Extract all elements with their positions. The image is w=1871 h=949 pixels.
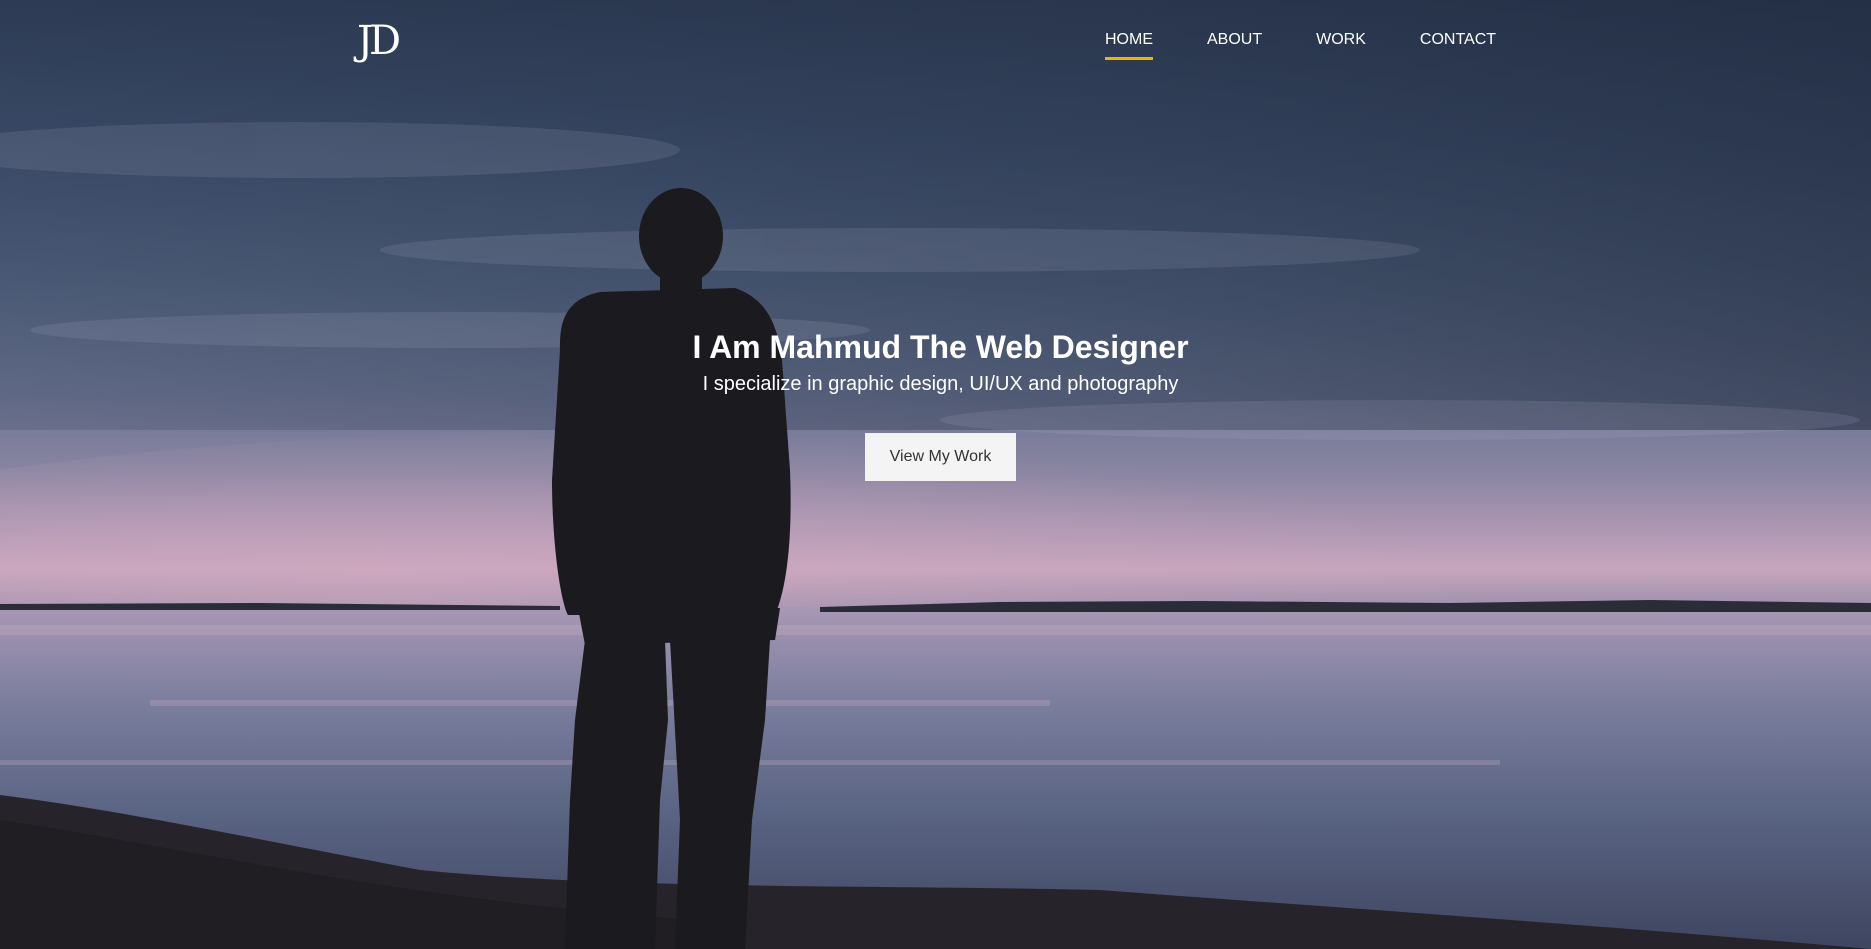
hero-subtitle: I specialize in graphic design, UI/UX an…	[702, 373, 1179, 395]
hero-content: I Am Mahmud The Web Designer I specializ…	[0, 325, 1871, 481]
view-my-work-button[interactable]: View My Work	[864, 433, 1017, 481]
nav-item-contact[interactable]: CONTACT	[1420, 28, 1496, 60]
nav-item-work[interactable]: WORK	[1316, 28, 1366, 60]
nav-item-about[interactable]: ABOUT	[1207, 28, 1262, 60]
hero-title: I Am Mahmud The Web Designer	[692, 329, 1189, 365]
nav-links: HOME ABOUT WORK CONTACT	[1105, 28, 1496, 60]
navbar: JD HOME ABOUT WORK CONTACT	[0, 0, 1871, 80]
logo[interactable]: JD	[357, 18, 401, 64]
nav-item-home[interactable]: HOME	[1105, 28, 1153, 60]
hero-section: JD HOME ABOUT WORK CONTACT I Am Mahmud T…	[0, 0, 1871, 949]
